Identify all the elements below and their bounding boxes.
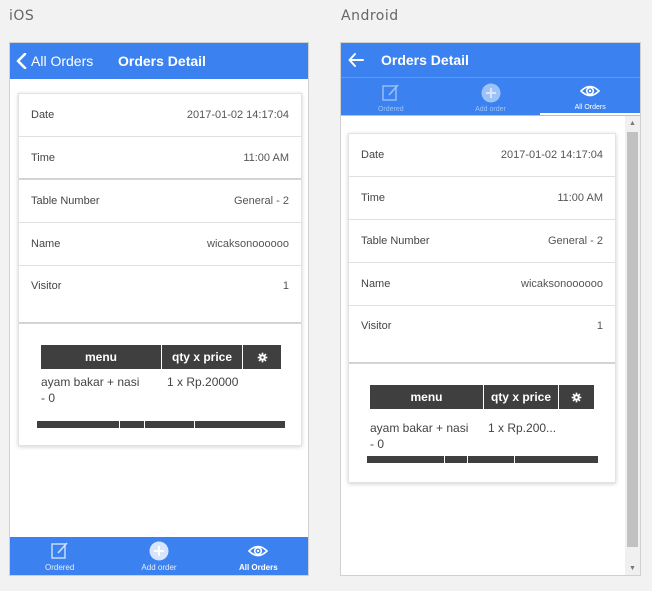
visitor-value: 1 bbox=[596, 320, 603, 332]
time-row: Time 11:00 AM bbox=[19, 137, 301, 180]
tab-ordered[interactable]: Ordered bbox=[341, 78, 441, 115]
tab-all-orders-label: All Orders bbox=[574, 104, 606, 111]
tab-ordered-label: Ordered bbox=[44, 563, 75, 572]
time-label: Time bbox=[361, 192, 386, 204]
table-number-label: Table Number bbox=[361, 235, 430, 247]
back-button-label: All Orders bbox=[31, 53, 94, 69]
name-row: Name wicaksonoooooo bbox=[19, 223, 301, 266]
time-value: 11:00 AM bbox=[243, 151, 289, 164]
date-label: Date bbox=[31, 109, 55, 121]
visitor-value: 1 bbox=[282, 280, 289, 292]
order-table-header: menu qty x price bbox=[41, 345, 281, 369]
ios-label: iOS bbox=[9, 8, 35, 24]
order-table-footer bbox=[37, 421, 285, 428]
scrollbar[interactable]: ▲ ▼ bbox=[625, 116, 640, 575]
plus-circle-icon bbox=[149, 541, 169, 561]
date-row: Date 2017-01-02 14:17:04 bbox=[349, 134, 615, 177]
table-number-row: Table Number General - 2 bbox=[349, 220, 615, 263]
tab-all-orders[interactable]: All Orders bbox=[209, 537, 308, 575]
visitor-label: Visitor bbox=[31, 280, 62, 292]
plus-circle-icon bbox=[481, 83, 500, 103]
date-value: 2017-01-02 14:17:04 bbox=[500, 149, 603, 161]
edit-icon bbox=[382, 84, 399, 101]
menu-item-note: - 0 bbox=[370, 437, 385, 451]
tab-all-orders-label: All Orders bbox=[238, 563, 278, 572]
qty-price-column-header: qty x price bbox=[162, 345, 243, 369]
visitor-row: Visitor 1 bbox=[19, 266, 301, 324]
content-area: Date 2017-01-02 14:17:04 Time 11:00 AM T… bbox=[341, 115, 640, 575]
android-app-bar: Orders Detail bbox=[341, 43, 640, 77]
scroll-thumb[interactable] bbox=[627, 132, 638, 547]
android-label: Android bbox=[341, 8, 399, 24]
gear-icon bbox=[571, 392, 582, 402]
table-number-value: General - 2 bbox=[233, 195, 289, 207]
scroll-down-arrow[interactable]: ▼ bbox=[625, 561, 640, 575]
menu-item-note: - 0 bbox=[41, 391, 56, 405]
date-row: Date 2017-01-02 14:17:04 bbox=[19, 94, 301, 137]
tab-add-order-label: Add order bbox=[141, 563, 177, 572]
name-value: wicaksonoooooo bbox=[207, 238, 289, 250]
order-detail-card: Date 2017-01-02 14:17:04 Time 11:00 AM T… bbox=[348, 133, 616, 483]
order-menu-cell: ayam bakar + nasi - 0 bbox=[41, 374, 167, 406]
order-table-footer bbox=[367, 456, 598, 463]
order-table-header: menu qty x price bbox=[370, 385, 594, 409]
visitor-row: Visitor 1 bbox=[349, 306, 615, 364]
order-menu-cell: ayam bakar + nasi - 0 bbox=[370, 420, 488, 452]
tab-add-order-label: Add order bbox=[475, 106, 506, 113]
tab-ordered-label: Ordered bbox=[377, 106, 404, 113]
page-title: Orders Detail bbox=[381, 52, 469, 68]
name-label: Name bbox=[31, 238, 61, 250]
time-row: Time 11:00 AM bbox=[349, 177, 615, 220]
eye-icon bbox=[248, 545, 269, 557]
settings-column-header[interactable] bbox=[559, 385, 594, 409]
date-value: 2017-01-02 14:17:04 bbox=[186, 109, 289, 121]
table-number-value: General - 2 bbox=[547, 235, 603, 247]
tab-add-order[interactable]: Add order bbox=[441, 78, 541, 115]
settings-column-header[interactable] bbox=[243, 345, 281, 369]
menu-item-name: ayam bakar + nasi bbox=[41, 375, 140, 389]
android-tab-bar: Ordered Add order All Orders bbox=[341, 77, 640, 115]
table-number-label: Table Number bbox=[31, 195, 100, 207]
page-title: Orders Detail bbox=[118, 53, 206, 69]
android-screen: Orders Detail Ordered Add order All Orde… bbox=[340, 42, 641, 576]
chevron-left-icon bbox=[16, 53, 27, 69]
gear-icon bbox=[257, 352, 267, 362]
order-detail-card: Date 2017-01-02 14:17:04 Time 11:00 AM T… bbox=[18, 93, 302, 446]
menu-item-name: ayam bakar + nasi bbox=[370, 421, 469, 435]
name-value: wicaksonoooooo bbox=[521, 278, 603, 290]
qty-price-column-header: qty x price bbox=[484, 385, 559, 409]
scroll-up-arrow[interactable]: ▲ bbox=[625, 116, 640, 130]
back-button[interactable]: All Orders bbox=[16, 43, 93, 79]
date-label: Date bbox=[361, 149, 385, 161]
time-value: 11:00 AM bbox=[557, 192, 603, 204]
time-label: Time bbox=[31, 151, 56, 164]
tab-add-order[interactable]: Add order bbox=[109, 537, 208, 575]
menu-column-header: menu bbox=[370, 385, 484, 409]
name-row: Name wicaksonoooooo bbox=[349, 263, 615, 306]
ios-screen: All Orders Orders Detail Date 2017-01-02… bbox=[9, 42, 309, 576]
arrow-left-icon[interactable] bbox=[347, 51, 365, 69]
order-qty-price-cell: 1 x Rp.20000 bbox=[167, 375, 239, 389]
table-number-row: Table Number General - 2 bbox=[19, 180, 301, 223]
edit-icon bbox=[50, 542, 68, 559]
order-qty-price-cell: 1 x Rp.200... bbox=[488, 421, 557, 435]
ios-nav-bar: All Orders Orders Detail bbox=[10, 43, 308, 79]
visitor-label: Visitor bbox=[361, 320, 392, 332]
content-area: Date 2017-01-02 14:17:04 Time 11:00 AM T… bbox=[10, 79, 308, 537]
ios-tab-bar: Ordered Add order All Orders bbox=[10, 537, 308, 575]
menu-column-header: menu bbox=[41, 345, 162, 369]
eye-icon bbox=[580, 85, 601, 97]
tab-ordered[interactable]: Ordered bbox=[10, 537, 109, 575]
tab-all-orders[interactable]: All Orders bbox=[540, 78, 640, 115]
name-label: Name bbox=[361, 278, 391, 290]
